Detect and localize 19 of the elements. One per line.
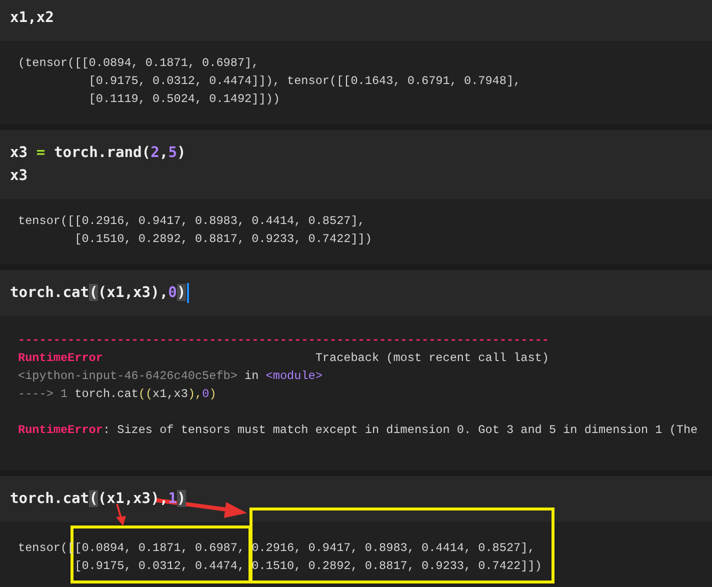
text-cursor xyxy=(186,283,189,303)
output-line: RuntimeError Traceback (most recent call last) xyxy=(18,350,549,367)
output-line: [0.1510, 0.2892, 0.8817, 0.9233, 0.7422]]) xyxy=(74,231,372,248)
output-line: tensor([[0.2916, 0.9417, 0.8983, 0.4414, 0.8527], xyxy=(18,213,365,230)
code-cell[interactable]: x1,x2 xyxy=(0,0,712,41)
output-line: (tensor([[0.0894, 0.1871, 0.6987], xyxy=(18,55,259,72)
output-line: [0.9175, 0.0312, 0.4474]]), tensor([[0.1643, 0.6791, 0.7948], xyxy=(88,73,521,90)
output-line: ----> 1 torch.cat((x1,x3),0) xyxy=(18,386,216,403)
output-line: RuntimeError: Sizes of tensors must match except in dimension 0. Got 3 and 5 in dimension 1 (The xyxy=(18,422,698,439)
output-line: <ipython-input-46-6426c40c5efb> in <module> xyxy=(18,368,322,385)
code-line: torch.cat((x1,x3),0) xyxy=(10,281,189,304)
arrow xyxy=(116,504,126,526)
code-cell[interactable]: torch.cat((x1,x3),0) xyxy=(0,270,712,316)
output-line: --------------------------------------------------------------------------- xyxy=(18,332,549,349)
code-line: x3 = torch.rand(2,5) xyxy=(10,143,186,163)
code-line: x1,x2 xyxy=(10,8,54,28)
code-line: x3 xyxy=(10,166,28,186)
code-cell[interactable]: x3 = torch.rand(2,5) x3 xyxy=(0,130,712,199)
output-line: [0.1119, 0.5024, 0.1492]])) xyxy=(88,91,280,108)
